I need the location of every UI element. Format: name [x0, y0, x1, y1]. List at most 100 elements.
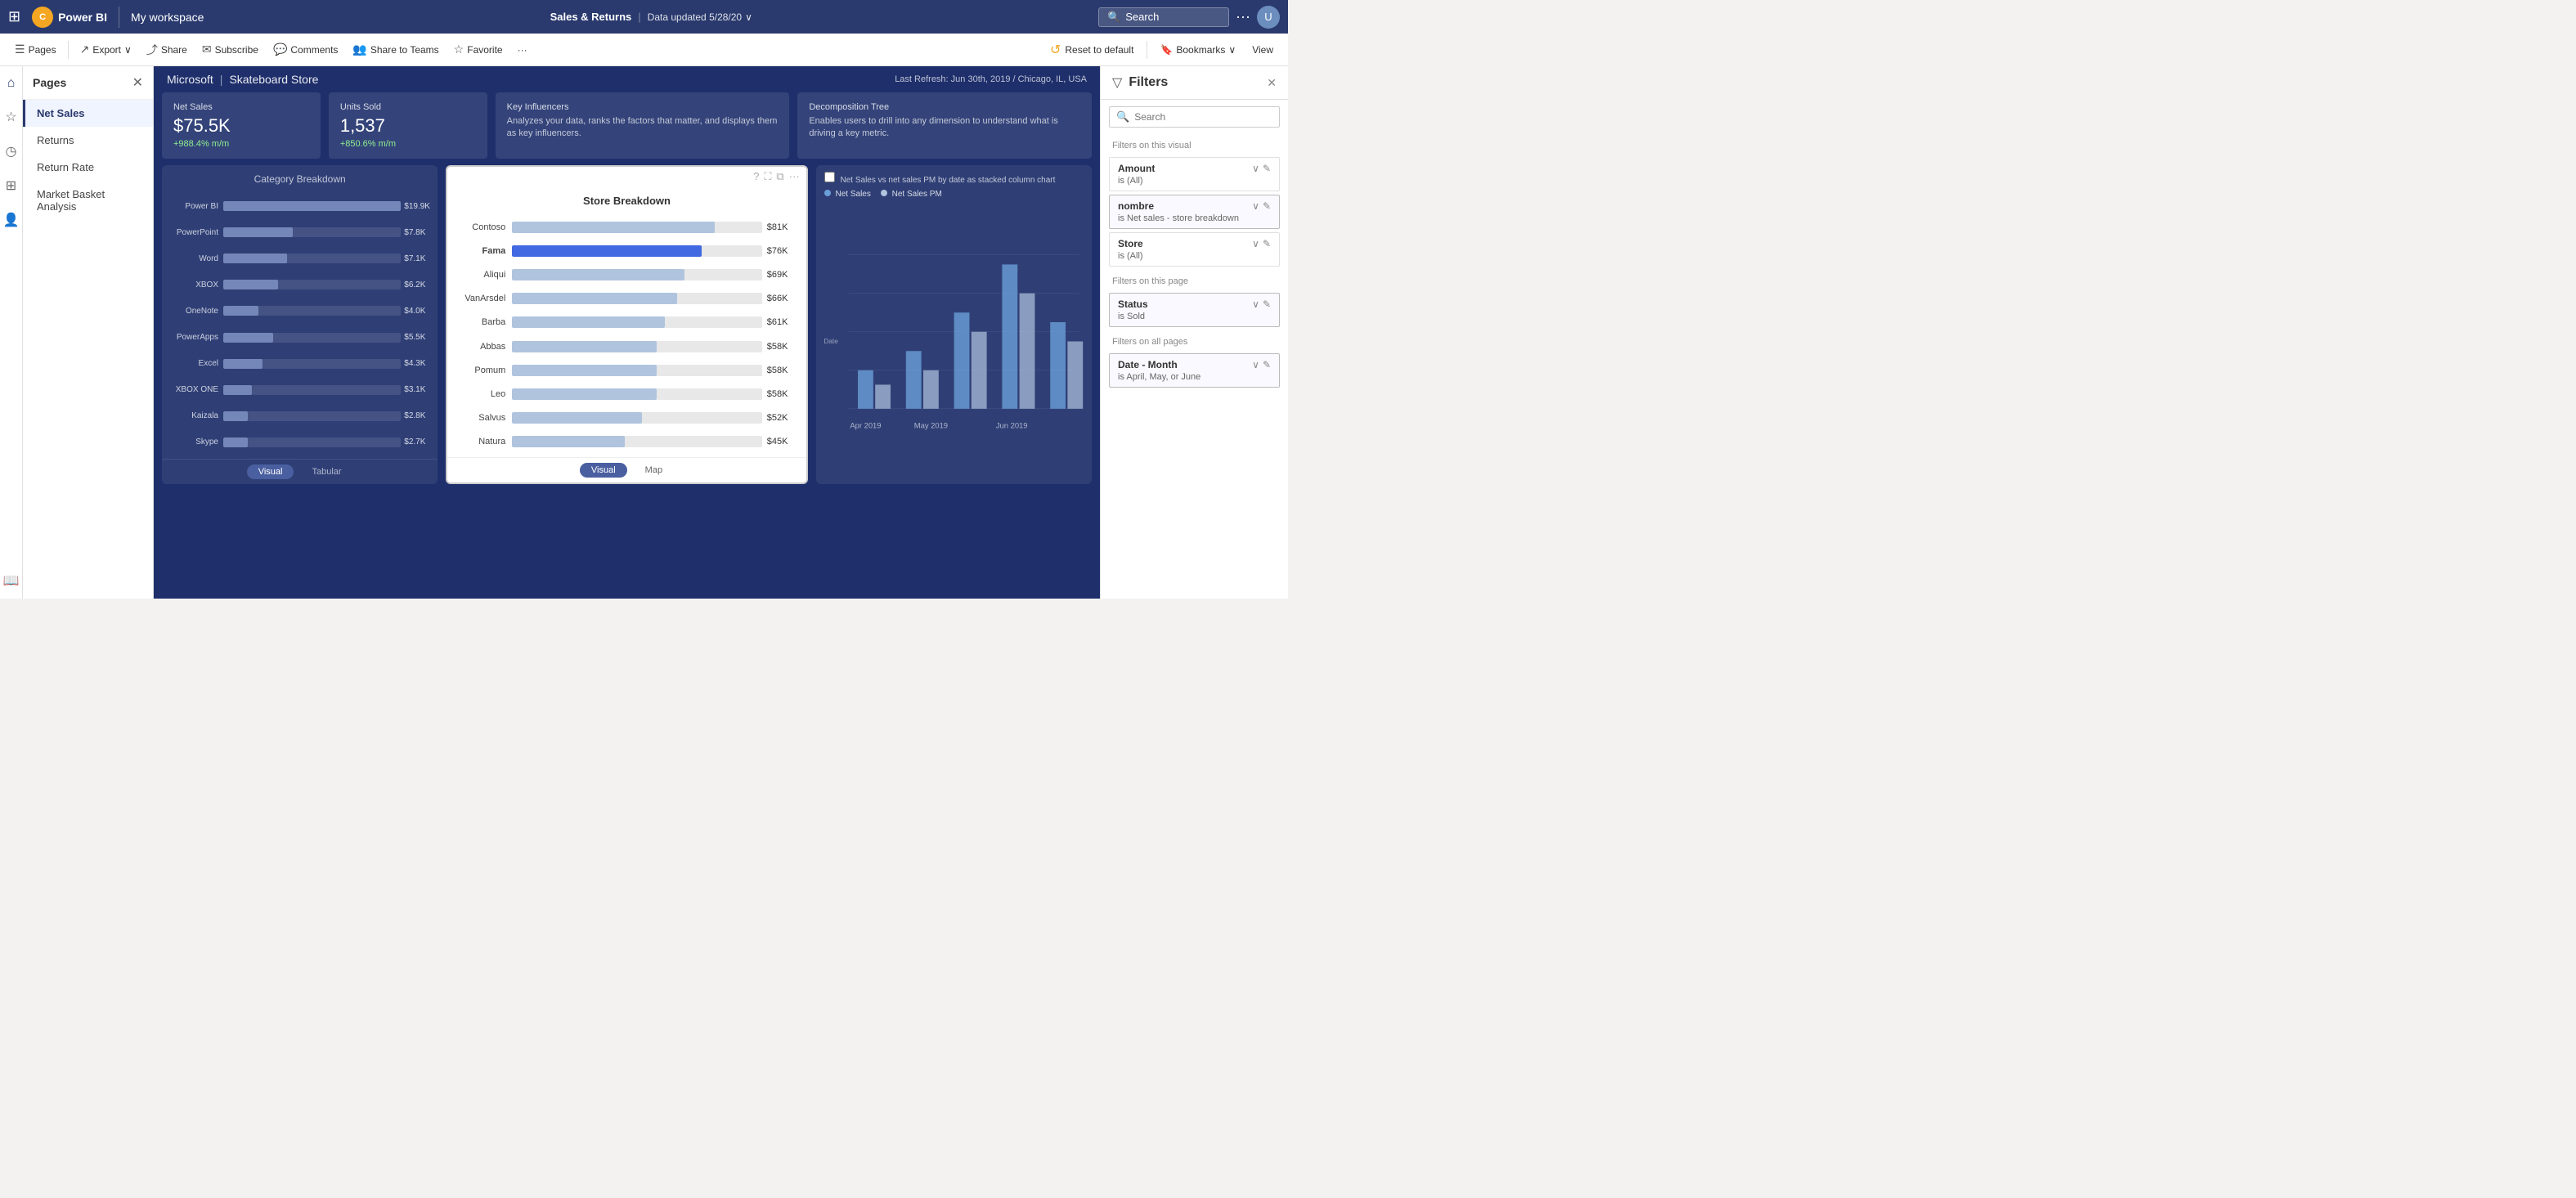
cat-bar: [223, 280, 278, 289]
filters-title-row: ▽ Filters: [1112, 74, 1168, 91]
store-bar-row: Salvus $52K: [459, 412, 794, 424]
filter-section-label: Filters on this visual: [1101, 134, 1288, 154]
focus-icon[interactable]: ⛶: [764, 170, 771, 183]
store-bar: [512, 293, 677, 304]
share-button[interactable]: ⤴ Share: [140, 38, 194, 61]
contoso-logo: C: [32, 7, 53, 28]
cat-label: Excel: [170, 359, 223, 368]
filter-edit-icon[interactable]: ✎: [1263, 238, 1271, 249]
filter-edit-icon[interactable]: ✎: [1263, 359, 1271, 370]
sidebar-book-icon[interactable]: 📖: [0, 569, 22, 592]
subscribe-button[interactable]: ✉ Subscribe: [195, 39, 265, 60]
filter-item-status[interactable]: Status ∨ ✎ is Sold: [1109, 293, 1280, 327]
export-icon: ↗: [80, 43, 90, 56]
sidebar-star-icon[interactable]: ☆: [2, 105, 20, 128]
store-bar-row: Aliqui $69K: [459, 269, 794, 280]
category-tabular-tab[interactable]: Tabular: [300, 464, 352, 479]
store-label: VanArsdel: [459, 294, 512, 303]
filter-item-date---month[interactable]: Date - Month ∨ ✎ is April, May, or June: [1109, 353, 1280, 388]
nav-right-area: 🔍 Search ··· U: [1098, 6, 1280, 29]
pages-close-icon[interactable]: ✕: [132, 74, 143, 91]
comments-button[interactable]: 💬 Comments: [267, 39, 344, 60]
bookmarks-icon: 🔖: [1160, 44, 1173, 56]
kpi-net-sales: Net Sales $75.5K +988.4% m/m: [162, 92, 321, 159]
filters-close-icon[interactable]: ✕: [1267, 76, 1277, 90]
kpi-units-sold-value: 1,537: [340, 115, 476, 137]
page-item-market-basket-analysis[interactable]: Market Basket Analysis: [23, 181, 153, 220]
store-bar: [512, 436, 624, 447]
cat-value: $4.0K: [401, 307, 429, 316]
filter-chevron-icon[interactable]: ∨: [1252, 359, 1259, 370]
svg-text:Date: Date: [824, 338, 838, 345]
store-map-tab[interactable]: Map: [634, 463, 674, 478]
more-toolbar-button[interactable]: ···: [511, 41, 534, 59]
kpi-key-influencers-desc: Analyzes your data, ranks the factors th…: [507, 115, 779, 141]
more-options-icon[interactable]: ···: [1236, 8, 1250, 25]
sidebar-home-icon[interactable]: ⌂: [4, 73, 19, 94]
pages-list: Net SalesReturnsReturn RateMarket Basket…: [23, 100, 153, 220]
reset-button[interactable]: ↺ Reset to default: [1043, 38, 1140, 61]
filter-search-icon: 🔍: [1116, 110, 1129, 123]
search-box[interactable]: 🔍 Search: [1098, 7, 1229, 27]
chart-checkbox[interactable]: [824, 172, 835, 182]
filter-edit-icon[interactable]: ✎: [1263, 200, 1271, 212]
store-value: $58K: [762, 366, 795, 375]
filter-chevron-icon[interactable]: ∨: [1252, 238, 1259, 249]
more-visual-icon[interactable]: ···: [789, 170, 800, 183]
filter-edit-icon[interactable]: ✎: [1263, 298, 1271, 310]
store-visual-tab[interactable]: Visual: [580, 463, 627, 478]
filter-actions: ∨ ✎: [1252, 298, 1271, 310]
cat-bar: [223, 227, 293, 237]
filter-item-nombre[interactable]: nombre ∨ ✎ is Net sales - store breakdow…: [1109, 195, 1280, 229]
sidebar-apps-icon[interactable]: ⊞: [2, 174, 20, 197]
filter-search-box[interactable]: 🔍: [1109, 106, 1280, 128]
charts-row: Category Breakdown Power BI $19.9K Power…: [154, 165, 1100, 484]
sidebar-people-icon[interactable]: 👤: [0, 209, 22, 231]
export-button[interactable]: ↗ Export ∨: [74, 39, 138, 60]
cat-bar-row: PowerApps $5.5K: [170, 333, 429, 343]
cat-bar-wrap: [223, 280, 401, 289]
user-avatar[interactable]: U: [1257, 6, 1280, 29]
favorite-button[interactable]: ☆ Favorite: [447, 39, 509, 60]
filter-search-input[interactable]: [1134, 111, 1272, 123]
filter-item-store[interactable]: Store ∨ ✎ is (All): [1109, 232, 1280, 267]
category-visual-tab[interactable]: Visual: [247, 464, 294, 479]
toolbar-right: ↺ Reset to default 🔖 Bookmarks ∨ View: [1043, 38, 1280, 61]
kpi-decomp-label: Decomposition Tree: [809, 102, 1080, 112]
kpi-units-sold-label: Units Sold: [340, 102, 476, 112]
chevron-down-icon[interactable]: ∨: [745, 11, 752, 23]
copy-icon[interactable]: ⧉: [776, 170, 783, 183]
toolbar: ☰ Pages ↗ Export ∨ ⤴ Share ✉ Subscribe 💬…: [0, 34, 1288, 66]
cat-label: XBOX: [170, 280, 223, 289]
cat-label: OneNote: [170, 307, 223, 316]
page-item-return-rate[interactable]: Return Rate: [23, 154, 153, 181]
help-icon[interactable]: ?: [753, 170, 759, 183]
waffle-icon[interactable]: ⊞: [8, 8, 20, 25]
logo-area: C Power BI: [32, 7, 119, 28]
filter-chevron-icon[interactable]: ∨: [1252, 298, 1259, 310]
view-button[interactable]: View: [1245, 41, 1280, 59]
report-info: Sales & Returns | Data updated 5/28/20 ∨: [210, 11, 1092, 23]
pages-button[interactable]: ☰ Pages: [8, 39, 63, 60]
share-teams-button[interactable]: 👥 Share to Teams: [346, 39, 445, 60]
store-label: Contoso: [459, 222, 512, 232]
filter-item-value: is (All): [1118, 176, 1271, 186]
workspace-label[interactable]: My workspace: [131, 11, 204, 24]
store-value: $61K: [762, 317, 795, 327]
sidebar-clock-icon[interactable]: ◷: [2, 140, 20, 163]
filter-chevron-icon[interactable]: ∨: [1252, 163, 1259, 174]
store-value: $45K: [762, 437, 795, 446]
filter-item-amount[interactable]: Amount ∨ ✎ is (All): [1109, 157, 1280, 191]
report-last-refresh: Last Refresh: Jun 30th, 2019 / Chicago, …: [895, 74, 1087, 84]
filter-chevron-icon[interactable]: ∨: [1252, 200, 1259, 212]
share-icon: ⤴: [146, 42, 158, 58]
cat-bar: [223, 359, 263, 369]
bookmarks-button[interactable]: 🔖 Bookmarks ∨: [1154, 41, 1242, 59]
filter-edit-icon[interactable]: ✎: [1263, 163, 1271, 174]
page-item-net-sales[interactable]: Net Sales: [23, 100, 153, 127]
cat-bar-wrap: [223, 437, 401, 447]
breadcrumb-microsoft: Microsoft: [167, 73, 213, 86]
net-sales-pm-title: Net Sales vs net sales PM by date as sta…: [816, 165, 1092, 186]
page-item-returns[interactable]: Returns: [23, 127, 153, 154]
store-bar: [512, 245, 702, 257]
